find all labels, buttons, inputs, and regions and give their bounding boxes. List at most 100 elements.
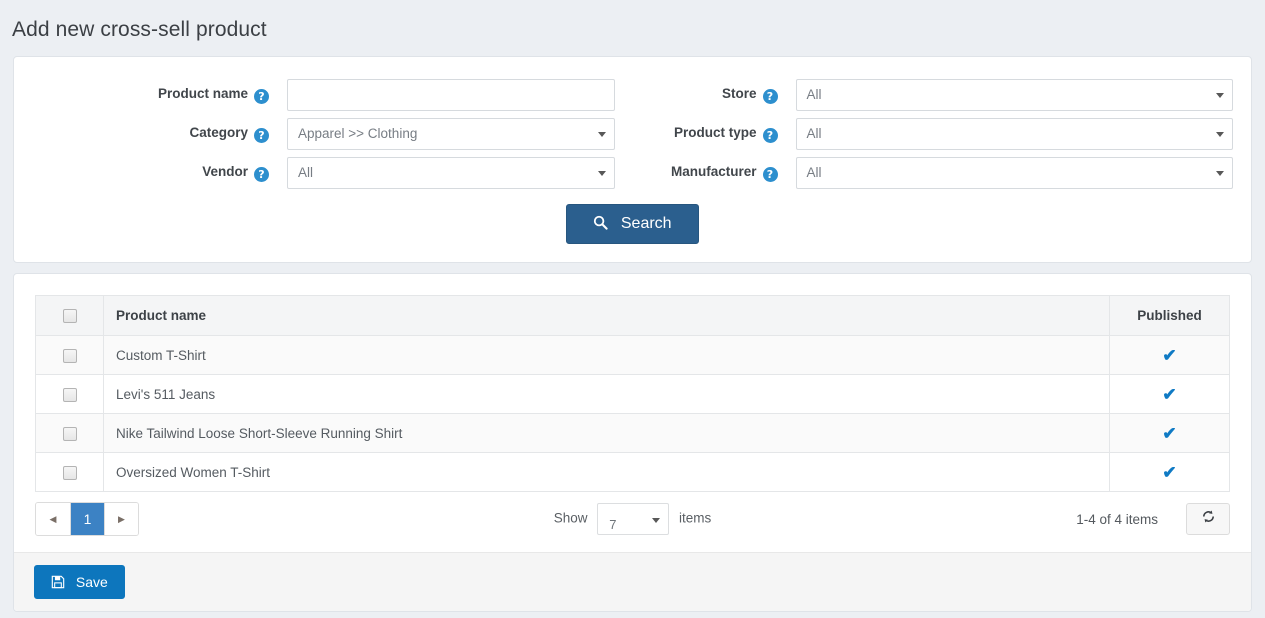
label-category: Category? bbox=[24, 118, 269, 143]
manufacturer-select[interactable]: All bbox=[796, 157, 1234, 189]
question-mark-icon[interactable]: ? bbox=[763, 167, 778, 182]
manufacturer-select-value: All bbox=[807, 165, 822, 180]
refresh-icon bbox=[1201, 511, 1216, 527]
control-wrap bbox=[269, 79, 615, 111]
chevron-down-icon bbox=[1216, 93, 1224, 98]
table-body: Custom T-Shirt ✔ Levi's 511 Jeans ✔ bbox=[36, 336, 1230, 492]
question-mark-icon[interactable]: ? bbox=[254, 128, 269, 143]
panel-footer: Save bbox=[14, 552, 1251, 611]
check-icon: ✔ bbox=[1162, 346, 1176, 365]
chevron-down-icon bbox=[652, 518, 660, 523]
label-vendor: Vendor? bbox=[24, 157, 269, 182]
row-select-cell bbox=[36, 414, 104, 453]
store-select-value: All bbox=[807, 87, 822, 102]
cell-published: ✔ bbox=[1110, 375, 1230, 414]
label-text: Manufacturer bbox=[671, 164, 757, 179]
label-text: Product name bbox=[158, 86, 248, 101]
select-all-checkbox[interactable] bbox=[63, 309, 77, 323]
column-header-product-name[interactable]: Product name bbox=[104, 296, 1110, 336]
search-button-row: Search bbox=[14, 204, 1251, 244]
label-manufacturer: Manufacturer? bbox=[633, 157, 778, 182]
filter-field-product-name: Product name? bbox=[14, 79, 633, 111]
product-name-input[interactable] bbox=[287, 79, 615, 111]
table-row: Oversized Women T-Shirt ✔ bbox=[36, 453, 1230, 492]
check-icon: ✔ bbox=[1162, 385, 1176, 404]
vendor-select-value: All bbox=[298, 165, 313, 180]
filter-field-store: Store? All bbox=[633, 79, 1252, 111]
label-text: Vendor bbox=[202, 164, 248, 179]
product-type-select-value: All bbox=[807, 126, 822, 141]
save-button[interactable]: Save bbox=[34, 565, 125, 599]
chevron-down-icon bbox=[1216, 132, 1224, 137]
category-select-value: Apparel >> Clothing bbox=[298, 126, 417, 141]
grid-wrapper: Product name Published Custom T-Shirt ✔ bbox=[14, 274, 1251, 492]
grid-footer-right: 1-4 of 4 items bbox=[1076, 503, 1230, 535]
search-button[interactable]: Search bbox=[566, 204, 698, 244]
table-header-row: Product name Published bbox=[36, 296, 1230, 336]
page-button-1[interactable]: 1 bbox=[70, 503, 104, 535]
items-label: items bbox=[679, 511, 711, 526]
control-wrap: Apparel >> Clothing bbox=[269, 118, 615, 150]
filter-field-category: Category? Apparel >> Clothing bbox=[14, 118, 633, 150]
filter-field-product-type: Product type? All bbox=[633, 118, 1252, 150]
results-panel: Product name Published Custom T-Shirt ✔ bbox=[13, 273, 1252, 612]
product-type-select[interactable]: All bbox=[796, 118, 1234, 150]
items-count-info: 1-4 of 4 items bbox=[1076, 512, 1158, 527]
label-text: Category bbox=[189, 125, 248, 140]
cell-product-name: Custom T-Shirt bbox=[104, 336, 1110, 375]
cell-product-name: Levi's 511 Jeans bbox=[104, 375, 1110, 414]
filter-row: Product name? Store? All bbox=[14, 79, 1251, 111]
select-all-header bbox=[36, 296, 104, 336]
label-product-type: Product type? bbox=[633, 118, 778, 143]
column-header-published[interactable]: Published bbox=[1110, 296, 1230, 336]
control-wrap: All bbox=[778, 118, 1234, 150]
question-mark-icon[interactable]: ? bbox=[763, 128, 778, 143]
row-select-cell bbox=[36, 453, 104, 492]
question-mark-icon[interactable]: ? bbox=[763, 89, 778, 104]
control-wrap: All bbox=[778, 79, 1234, 111]
row-select-cell bbox=[36, 375, 104, 414]
label-text: Product type bbox=[674, 125, 757, 140]
caret-left-icon[interactable]: ◀ bbox=[36, 503, 70, 535]
row-checkbox[interactable] bbox=[63, 427, 77, 441]
check-icon: ✔ bbox=[1162, 424, 1176, 443]
control-wrap: All bbox=[269, 157, 615, 189]
question-mark-icon[interactable]: ? bbox=[254, 89, 269, 104]
label-text: Store bbox=[722, 86, 757, 101]
grid-footer: ◀ 1 ▶ Show 7 items 1-4 of 4 items bbox=[14, 492, 1251, 552]
chevron-down-icon bbox=[1216, 171, 1224, 176]
filter-field-manufacturer: Manufacturer? All bbox=[633, 157, 1252, 189]
caret-right-icon[interactable]: ▶ bbox=[104, 503, 138, 535]
check-icon: ✔ bbox=[1162, 463, 1176, 482]
page-size-select[interactable]: 7 bbox=[597, 503, 669, 535]
row-checkbox[interactable] bbox=[63, 349, 77, 363]
products-table: Product name Published Custom T-Shirt ✔ bbox=[35, 295, 1230, 492]
store-select[interactable]: All bbox=[796, 79, 1234, 111]
chevron-down-icon bbox=[598, 171, 606, 176]
show-label: Show bbox=[554, 511, 588, 526]
row-checkbox[interactable] bbox=[63, 466, 77, 480]
table-row: Nike Tailwind Loose Short-Sleeve Running… bbox=[36, 414, 1230, 453]
label-store: Store? bbox=[633, 79, 778, 104]
filter-field-vendor: Vendor? All bbox=[14, 157, 633, 189]
cell-product-name: Oversized Women T-Shirt bbox=[104, 453, 1110, 492]
save-button-label: Save bbox=[76, 574, 108, 590]
row-checkbox[interactable] bbox=[63, 388, 77, 402]
cell-product-name: Nike Tailwind Loose Short-Sleeve Running… bbox=[104, 414, 1110, 453]
label-product-name: Product name? bbox=[24, 79, 269, 104]
search-filter-panel: Product name? Store? All Category? bbox=[13, 56, 1252, 263]
chevron-down-icon bbox=[598, 132, 606, 137]
table-row: Custom T-Shirt ✔ bbox=[36, 336, 1230, 375]
question-mark-icon[interactable]: ? bbox=[254, 167, 269, 182]
cell-published: ✔ bbox=[1110, 453, 1230, 492]
row-select-cell bbox=[36, 336, 104, 375]
floppy-disk-icon bbox=[51, 576, 69, 592]
refresh-button[interactable] bbox=[1186, 503, 1230, 535]
vendor-select[interactable]: All bbox=[287, 157, 615, 189]
cell-published: ✔ bbox=[1110, 336, 1230, 375]
control-wrap: All bbox=[778, 157, 1234, 189]
filter-row: Vendor? All Manufacturer? All bbox=[14, 157, 1251, 189]
search-button-label: Search bbox=[621, 215, 672, 232]
category-select[interactable]: Apparel >> Clothing bbox=[287, 118, 615, 150]
table-row: Levi's 511 Jeans ✔ bbox=[36, 375, 1230, 414]
